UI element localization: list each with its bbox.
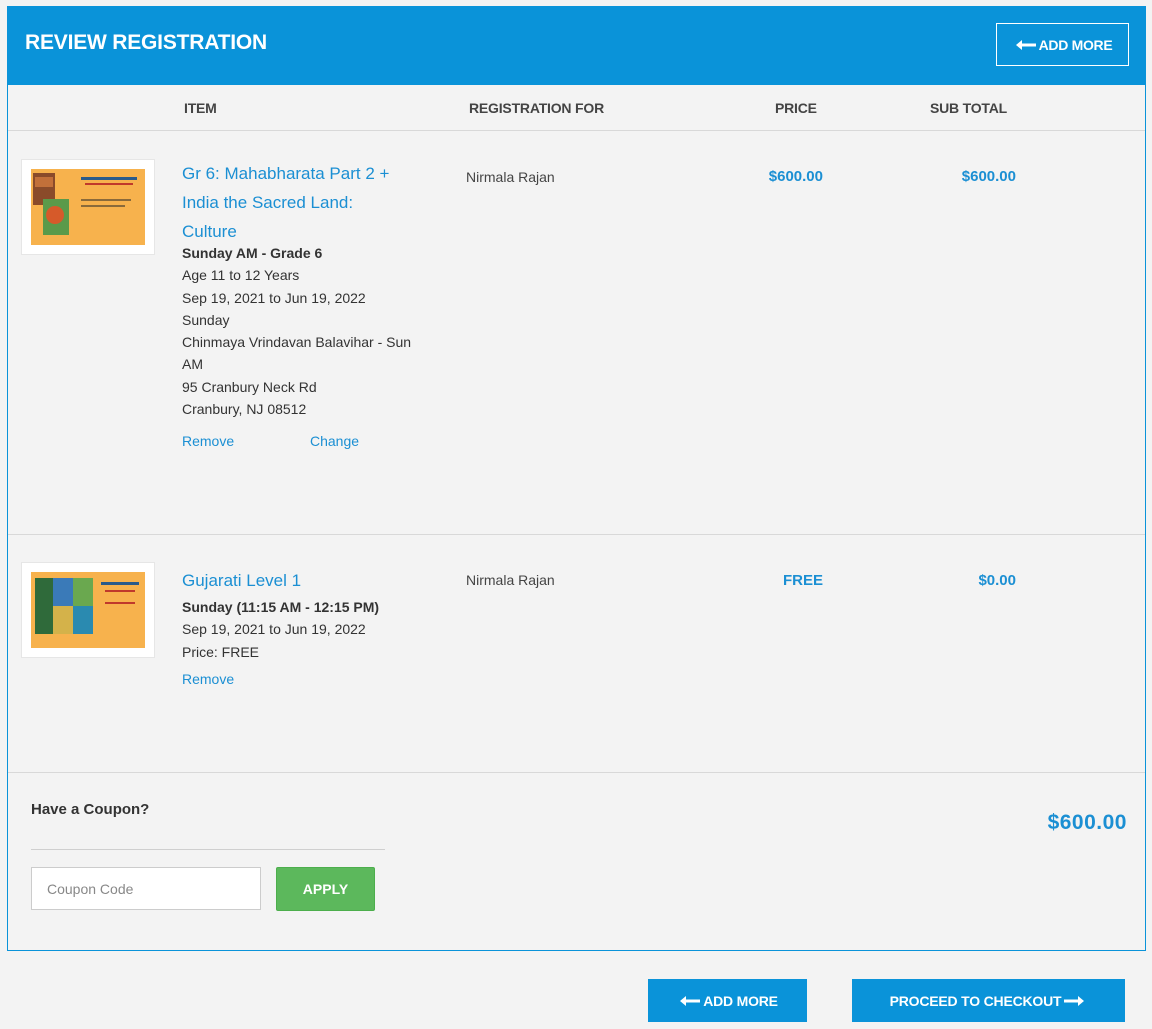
item-thumbnail	[21, 562, 155, 658]
item-title[interactable]: Gujarati Level 1	[182, 566, 422, 595]
coupon-code-input[interactable]	[31, 867, 261, 910]
remove-link[interactable]: Remove	[182, 433, 234, 449]
remove-link[interactable]: Remove	[182, 671, 234, 687]
footer-add-more-label: ADD MORE	[703, 992, 778, 1009]
registration-for: Nirmala Rajan	[466, 169, 555, 185]
change-link[interactable]: Change	[310, 433, 359, 449]
table-row: Gujarati Level 1 Sunday (11:15 AM - 12:1…	[8, 536, 1145, 773]
coupon-title: Have a Coupon?	[31, 801, 150, 818]
footer-add-more-button[interactable]: ADD MORE	[648, 979, 807, 1022]
apply-coupon-button[interactable]: APPLY	[276, 867, 375, 911]
col-item: ITEM	[184, 100, 217, 116]
page-title: REVIEW REGISTRATION	[25, 31, 267, 54]
panel-header: REVIEW REGISTRATION ADD MORE	[8, 7, 1145, 85]
registration-for: Nirmala Rajan	[466, 572, 555, 588]
item-subtotal: $600.00	[961, 168, 1016, 185]
header-add-more-label: ADD MORE	[1038, 36, 1113, 53]
proceed-to-checkout-button[interactable]: PROCEED TO CHECKOUT	[852, 979, 1125, 1022]
table-header: ITEM REGISTRATION FOR PRICE SUB TOTAL	[8, 85, 1145, 131]
checkout-label: PROCEED TO CHECKOUT	[889, 992, 1062, 1009]
col-sub-total: SUB TOTAL	[930, 100, 1008, 116]
item-details: Sunday AM - Grade 6 Age 11 to 12 Years S…	[182, 245, 412, 418]
item-price: FREE	[782, 572, 823, 589]
arrow-left-icon	[680, 995, 701, 1006]
header-add-more-button[interactable]: ADD MORE	[996, 23, 1129, 66]
col-price: PRICE	[775, 100, 817, 116]
item-thumbnail	[21, 159, 155, 255]
col-registration-for: REGISTRATION FOR	[469, 100, 604, 116]
review-registration-panel: REVIEW REGISTRATION ADD MORE ITEM REGIST…	[7, 6, 1146, 951]
arrow-right-icon	[1064, 995, 1085, 1006]
divider	[31, 849, 385, 850]
item-subtotal: $0.00	[978, 572, 1016, 589]
item-price: $600.00	[768, 168, 823, 185]
item-details: Sunday (11:15 AM - 12:15 PM) Sep 19, 202…	[182, 599, 380, 660]
item-title[interactable]: Gr 6: Mahabharata Part 2 + India the Sac…	[182, 159, 422, 246]
arrow-left-icon	[1015, 39, 1036, 50]
table-row: Gr 6: Mahabharata Part 2 + India the Sac…	[8, 132, 1145, 535]
order-total: $600.00	[1047, 811, 1127, 834]
